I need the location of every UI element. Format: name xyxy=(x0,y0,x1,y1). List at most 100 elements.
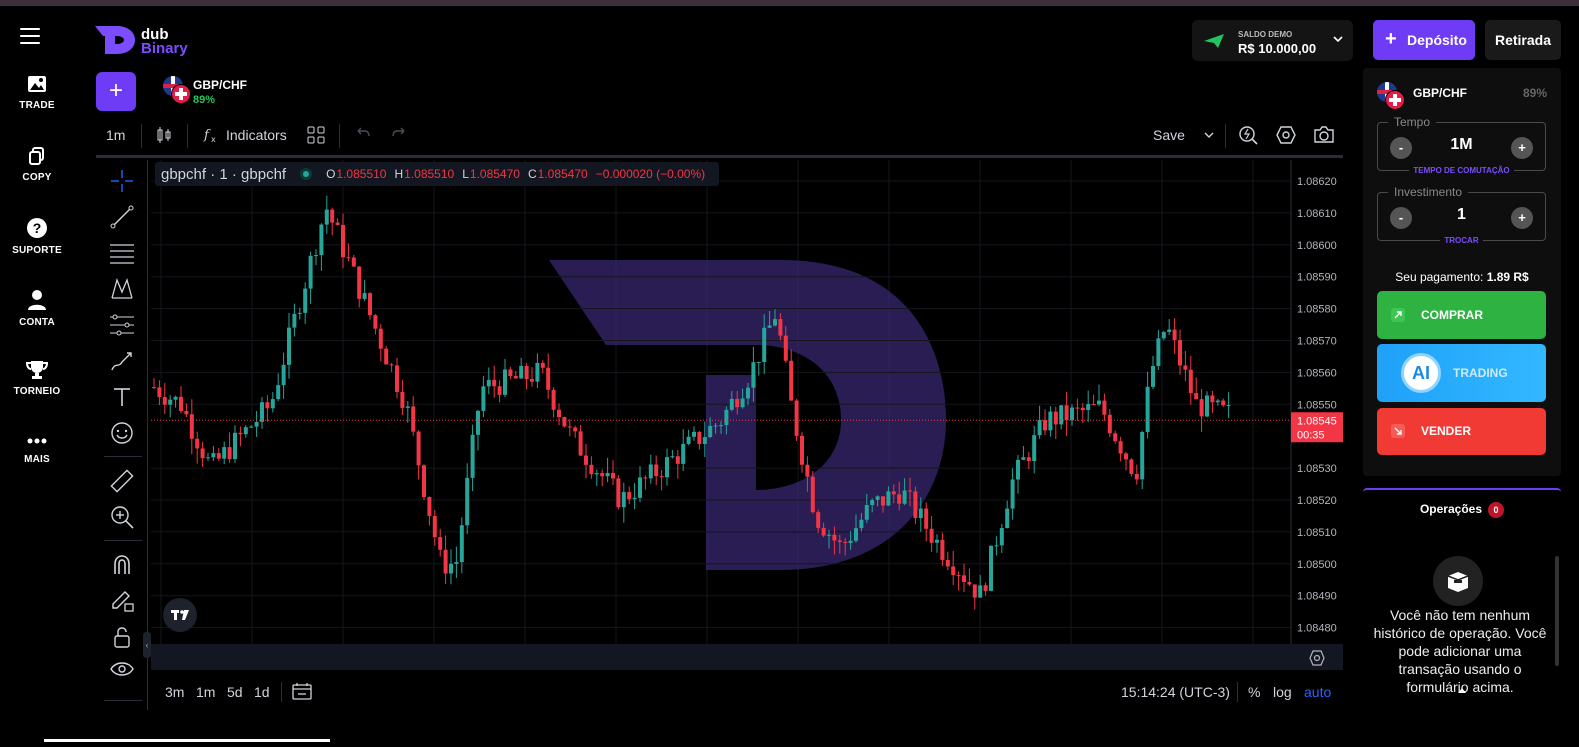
candle-body xyxy=(378,328,383,349)
percent-toggle[interactable]: % xyxy=(1248,684,1260,700)
range-1m[interactable]: 1m xyxy=(196,684,215,700)
hide-drawings-tool[interactable] xyxy=(109,658,135,684)
price-tick-label: 1.08560 xyxy=(1297,367,1337,379)
nav-item-suporte[interactable]: ? SUPORTE xyxy=(0,217,74,256)
candle-body xyxy=(665,457,669,478)
zoom-in-icon xyxy=(111,506,134,529)
sell-button[interactable]: VENDER xyxy=(1377,408,1546,455)
candle-body xyxy=(1016,459,1020,480)
menu-icon[interactable] xyxy=(20,28,40,44)
empty-box-icon xyxy=(1433,556,1483,606)
trade-asset[interactable]: GBP/CHF 89% xyxy=(1377,82,1547,110)
nav-item-torneio[interactable]: TORNEIO xyxy=(0,360,74,397)
range-3m[interactable]: 3m xyxy=(165,684,184,700)
emoji-tool[interactable] xyxy=(109,420,135,446)
auto-toggle[interactable]: auto xyxy=(1304,684,1331,700)
candle-body xyxy=(978,585,983,598)
settings-icon[interactable] xyxy=(1309,650,1325,666)
lock-all-tool[interactable] xyxy=(109,624,135,650)
time-axis[interactable] xyxy=(151,644,1343,670)
crosshair-tool[interactable] xyxy=(109,168,135,194)
time-increase-button[interactable]: + xyxy=(1511,137,1533,159)
candle-body xyxy=(1091,404,1096,406)
candle-body xyxy=(1021,457,1026,460)
candle-body xyxy=(530,379,534,382)
templates-button[interactable] xyxy=(307,126,325,154)
save-menu-toggle[interactable] xyxy=(1204,130,1214,158)
nav-item-copy[interactable]: COPY xyxy=(0,146,74,183)
time-value[interactable]: 1M xyxy=(1418,136,1505,154)
svg-text:x: x xyxy=(211,135,216,144)
zoom-tool[interactable] xyxy=(109,504,135,530)
text-tool[interactable] xyxy=(109,384,135,410)
candle-body xyxy=(789,360,794,401)
user-icon xyxy=(28,290,46,310)
candle-body xyxy=(951,566,956,576)
candle-body xyxy=(659,476,664,478)
log-toggle[interactable]: log xyxy=(1273,684,1292,700)
scroll-up-icon[interactable] xyxy=(1458,688,1466,693)
buy-button[interactable]: COMPRAR xyxy=(1377,291,1546,339)
investment-input[interactable]: 1 xyxy=(1418,206,1505,224)
candle-body xyxy=(837,540,842,542)
candle-body xyxy=(1026,457,1031,462)
date-range-button[interactable] xyxy=(292,682,312,703)
operations-empty-message: Você não tem nenhum histórico de operaçã… xyxy=(1373,607,1547,692)
lock-drawing-tool[interactable] xyxy=(109,588,135,614)
magnet-tool[interactable] xyxy=(109,552,135,578)
candle-type-button[interactable] xyxy=(155,126,173,154)
pattern-tool[interactable] xyxy=(109,276,135,302)
candles-icon xyxy=(157,127,171,143)
candle-body xyxy=(713,425,718,427)
brand-logo[interactable]: dub Binary xyxy=(93,24,203,58)
candle-body xyxy=(373,315,378,329)
withdraw-button[interactable]: Retirada xyxy=(1485,20,1561,60)
nav-item-mais[interactable]: MAIS xyxy=(0,434,74,465)
redo-button[interactable] xyxy=(392,127,408,155)
candle-body xyxy=(227,447,232,460)
range-5d[interactable]: 5d xyxy=(227,684,243,700)
measure-tool[interactable] xyxy=(109,468,135,494)
screenshot-button[interactable] xyxy=(1313,125,1335,153)
trophy-icon xyxy=(26,361,48,379)
candle-body xyxy=(492,379,497,387)
projection-tool[interactable] xyxy=(109,312,135,338)
clock-timezone[interactable]: 15:14:24 (UTC-3) xyxy=(1121,684,1230,700)
time-switch-label[interactable]: TEMPO DE COMUTAÇÃO xyxy=(1409,166,1514,175)
trendline-tool[interactable] xyxy=(109,204,135,230)
range-1d[interactable]: 1d xyxy=(254,684,270,700)
interval-selector[interactable]: 1m xyxy=(106,127,125,155)
candle-body xyxy=(924,508,929,529)
fib-tool[interactable] xyxy=(109,240,135,266)
operations-header[interactable]: Operações 0 xyxy=(1363,502,1561,518)
nav-item-trade[interactable]: TRADE xyxy=(0,74,74,111)
deposit-button[interactable]: + Depósito xyxy=(1373,20,1475,60)
price-chart[interactable]: 1.08620 1.08610 1.08600 1.08590 1.08580 1.085… xyxy=(151,160,1343,644)
chart-settings-button[interactable] xyxy=(1276,125,1296,153)
candle-body xyxy=(346,257,351,259)
candle-body xyxy=(881,496,885,506)
undo-button[interactable] xyxy=(354,127,370,155)
investment-decrease-button[interactable]: - xyxy=(1390,207,1412,229)
legend-symbol[interactable]: gbpchf · 1 · gbpchf xyxy=(161,166,286,183)
brush-tool[interactable] xyxy=(109,348,135,374)
nav-label: TRADE xyxy=(19,100,55,111)
quick-search-button[interactable] xyxy=(1238,125,1258,153)
time-decrease-button[interactable]: - xyxy=(1390,137,1412,159)
save-layout-button[interactable]: Save xyxy=(1153,127,1185,155)
tradingview-logo[interactable] xyxy=(163,598,197,632)
candle-body xyxy=(638,477,642,498)
investment-switch-label[interactable]: TROCAR xyxy=(1440,236,1483,245)
candle-body xyxy=(1215,400,1220,403)
asset-tab-gbpchf[interactable]: GBP/CHF 89% xyxy=(163,76,263,108)
investment-increase-button[interactable]: + xyxy=(1511,207,1533,229)
candle-body xyxy=(1134,473,1139,480)
nav-item-conta[interactable]: CONTA xyxy=(0,289,74,328)
candle-body xyxy=(265,402,270,409)
account-balance-selector[interactable]: SALDO DEMO R$ 10.000,00 xyxy=(1192,20,1353,61)
operations-scrollbar[interactable] xyxy=(1555,556,1559,666)
add-asset-button[interactable]: + xyxy=(96,72,136,111)
collapse-toolbar-handle[interactable]: ‹ xyxy=(143,632,151,658)
candle-body xyxy=(243,427,248,435)
ai-trading-button[interactable]: AI TRADING xyxy=(1377,344,1546,402)
